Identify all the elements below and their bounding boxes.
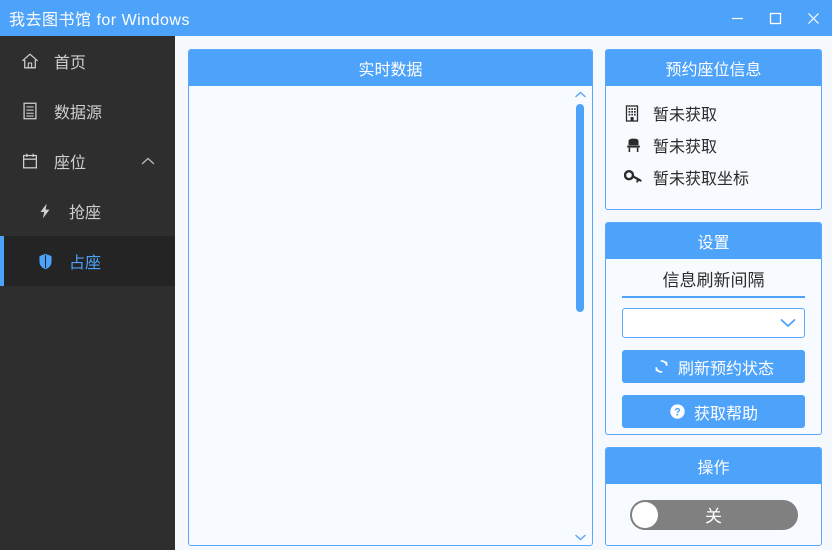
svg-text:?: ? (674, 406, 681, 418)
reservation-row-text: 暂未获取 (653, 139, 718, 156)
reservation-row-coordinate: 暂未获取坐标 (622, 161, 821, 193)
sidebar: 首页 数据源 座位 抢座 占座 (0, 36, 175, 550)
realtime-data-title: 实时数据 (189, 50, 592, 86)
database-list-icon (18, 99, 42, 123)
minimize-button[interactable] (718, 0, 756, 36)
realtime-data-panel: 实时数据 (188, 49, 593, 546)
window-title: 我去图书馆 for Windows (9, 12, 190, 29)
sidebar-item-home[interactable]: 首页 (0, 36, 175, 86)
operation-toggle[interactable]: 关 (629, 499, 798, 530)
realtime-data-body (189, 86, 592, 545)
get-help-button[interactable]: ? 获取帮助 (622, 395, 805, 428)
sidebar-item-label: 数据源 (54, 105, 103, 122)
key-icon (622, 167, 644, 187)
sidebar-item-label: 占座 (69, 255, 102, 272)
sidebar-item-label: 座位 (54, 155, 87, 172)
calendar-icon (18, 149, 42, 173)
chevron-up-icon[interactable] (570, 86, 590, 102)
chair-icon (622, 135, 644, 155)
sidebar-item-seat-group[interactable]: 座位 (0, 136, 175, 186)
reservation-info-body: 暂未获取 暂未获取 暂未获取坐标 (606, 86, 821, 193)
maximize-button[interactable] (756, 0, 794, 36)
toggle-knob[interactable] (631, 501, 658, 528)
refresh-interval-label: 信息刷新间隔 (622, 259, 805, 298)
realtime-scrollbar[interactable] (570, 86, 590, 545)
refresh-interval-select[interactable] (622, 308, 805, 338)
toggle-state-label: 关 (705, 507, 722, 526)
sidebar-item-label: 首页 (54, 55, 87, 72)
reservation-row-text: 暂未获取坐标 (653, 171, 750, 188)
close-button[interactable] (794, 0, 832, 36)
settings-panel: 设置 信息刷新间隔 刷新预约状态 ? 获取帮助 (605, 222, 822, 435)
window-controls (718, 0, 832, 36)
refresh-reservation-status-button[interactable]: 刷新预约状态 (622, 350, 805, 383)
home-icon (18, 49, 42, 73)
lightning-icon (33, 199, 57, 223)
settings-title: 设置 (606, 223, 821, 259)
chevron-up-icon[interactable] (141, 157, 155, 166)
sidebar-item-datasource[interactable]: 数据源 (0, 86, 175, 136)
reservation-row-library: 暂未获取 (622, 97, 821, 129)
sidebar-item-label: 抢座 (69, 205, 102, 222)
minimize-icon (731, 17, 743, 19)
reservation-row-text: 暂未获取 (653, 107, 718, 124)
get-help-label: 获取帮助 (693, 405, 758, 423)
sidebar-item-grab-seat[interactable]: 抢座 (0, 186, 175, 236)
shield-icon (33, 249, 57, 273)
reservation-info-panel: 预约座位信息 暂未获取 暂未获取 暂未获取坐标 (605, 49, 822, 210)
settings-body: 信息刷新间隔 刷新预约状态 ? 获取帮助 (606, 259, 821, 428)
chevron-down-icon[interactable] (570, 529, 590, 545)
scrollbar-thumb[interactable] (576, 104, 584, 312)
app-window: 我去图书馆 for Windows 首页 数据源 座位 抢座 占座 实时数据 预… (0, 0, 832, 550)
operation-panel: 操作 关 (605, 447, 822, 546)
title-bar: 我去图书馆 for Windows (0, 0, 832, 36)
question-circle-icon: ? (669, 403, 686, 420)
building-icon (622, 103, 644, 123)
sync-icon (653, 358, 670, 375)
close-icon (807, 12, 819, 24)
maximize-icon (769, 12, 781, 24)
chevron-down-icon[interactable] (780, 318, 796, 328)
scrollbar-track[interactable] (570, 102, 590, 529)
sidebar-item-hold-seat[interactable]: 占座 (0, 236, 175, 286)
operation-title: 操作 (606, 448, 821, 484)
reservation-info-title: 预约座位信息 (606, 50, 821, 86)
operation-body: 关 (606, 484, 821, 545)
reservation-row-seat: 暂未获取 (622, 129, 821, 161)
refresh-reservation-status-label: 刷新预约状态 (677, 360, 774, 378)
